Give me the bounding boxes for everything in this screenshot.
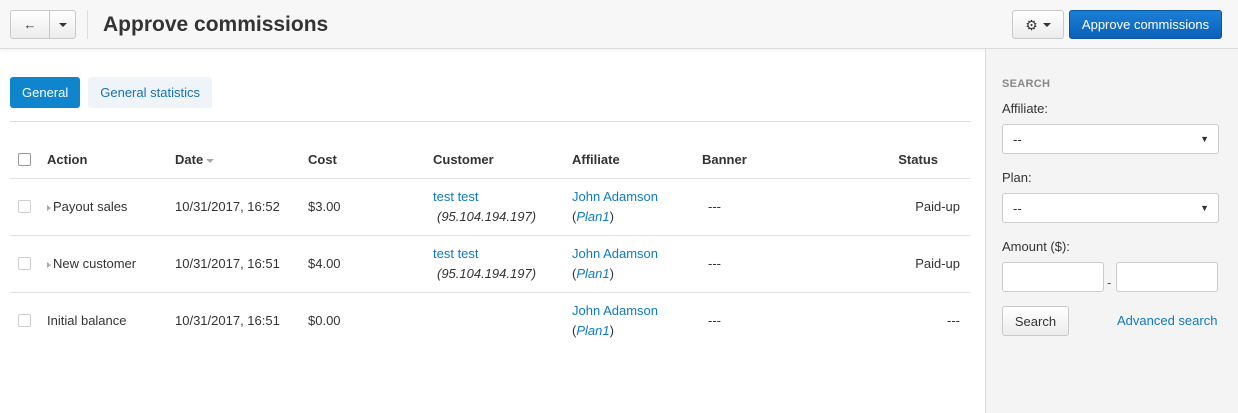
row-checkbox[interactable] xyxy=(18,257,31,270)
tab-general[interactable]: General xyxy=(10,77,81,108)
affiliate-label: Affiliate: xyxy=(1002,101,1049,116)
plan-select[interactable]: -- ▼ xyxy=(1002,193,1219,223)
column-header-date-label: Date xyxy=(175,152,204,167)
row-affiliate-link[interactable]: John Adamson xyxy=(572,189,658,204)
tab-bar: General General statistics xyxy=(10,77,212,108)
tabs-divider xyxy=(10,121,971,122)
back-dropdown-button[interactable] xyxy=(50,10,76,39)
row-plan: (Plan1) xyxy=(572,209,614,224)
plan-select-value: -- xyxy=(1013,201,1022,216)
column-header-status: Status xyxy=(898,152,938,167)
arrow-left-icon: ← xyxy=(23,17,37,32)
row-banner: --- xyxy=(708,199,721,214)
search-sidebar: SEARCH Affiliate: -- ▼ Plan: -- ▼ Amount… xyxy=(985,49,1238,413)
select-all-checkbox[interactable] xyxy=(18,153,31,166)
back-button[interactable]: ← xyxy=(10,10,50,39)
gear-icon: ⚙ xyxy=(1025,16,1038,33)
row-action[interactable]: Payout sales xyxy=(47,199,127,214)
amount-min-input[interactable] xyxy=(1002,262,1104,292)
column-header-customer: Customer xyxy=(433,152,494,167)
table-row: New customer 10/31/2017, 16:51 $4.00 tes… xyxy=(10,236,971,293)
row-plan-link[interactable]: Plan1 xyxy=(576,323,609,338)
row-customer-ip: (95.104.194.197) xyxy=(437,209,537,224)
column-header-affiliate: Affiliate xyxy=(572,152,620,167)
row-checkbox[interactable] xyxy=(18,200,31,213)
row-cost: $4.00 xyxy=(308,256,341,271)
row-banner: --- xyxy=(708,256,721,271)
settings-dropdown-button[interactable]: ⚙ xyxy=(1012,10,1064,39)
row-plan: (Plan1) xyxy=(572,323,614,338)
table-row: Payout sales 10/31/2017, 16:52 $3.00 tes… xyxy=(10,179,971,236)
plan-label: Plan: xyxy=(1002,170,1032,185)
affiliate-select[interactable]: -- ▼ xyxy=(1002,124,1219,154)
row-action[interactable]: New customer xyxy=(47,256,136,271)
row-status: Paid-up xyxy=(915,199,960,214)
row-action-label: Payout sales xyxy=(53,199,128,214)
select-arrow-icon: ▼ xyxy=(1200,134,1209,144)
row-affiliate-link[interactable]: John Adamson xyxy=(572,246,658,261)
row-plan-link[interactable]: Plan1 xyxy=(576,266,609,281)
column-header-banner: Banner xyxy=(702,152,747,167)
expand-arrow-icon xyxy=(47,204,51,211)
amount-max-input[interactable] xyxy=(1116,262,1218,292)
row-customer-link[interactable]: test test xyxy=(433,189,479,204)
row-affiliate-link[interactable]: John Adamson xyxy=(572,303,658,318)
approve-commissions-button[interactable]: Approve commissions xyxy=(1069,10,1222,39)
row-action: Initial balance xyxy=(47,313,127,328)
page-header: ← Approve commissions ⚙ Approve commissi… xyxy=(0,0,1238,49)
row-cost: $0.00 xyxy=(308,313,341,328)
back-button-group: ← xyxy=(10,10,76,39)
select-arrow-icon: ▼ xyxy=(1200,203,1209,213)
tab-general-statistics[interactable]: General statistics xyxy=(88,77,212,108)
amount-range-separator: - xyxy=(1107,275,1112,290)
row-customer-link[interactable]: test test xyxy=(433,246,479,261)
row-plan-link[interactable]: Plan1 xyxy=(576,209,609,224)
advanced-search-link[interactable]: Advanced search xyxy=(1117,313,1217,328)
row-date: 10/31/2017, 16:52 xyxy=(175,199,280,214)
row-date: 10/31/2017, 16:51 xyxy=(175,313,280,328)
sidebar-title: SEARCH xyxy=(1002,78,1051,90)
search-button[interactable]: Search xyxy=(1002,306,1069,336)
row-status: --- xyxy=(947,313,960,328)
column-header-date[interactable]: Date xyxy=(175,152,215,167)
affiliate-select-value: -- xyxy=(1013,132,1022,147)
page-title: Approve commissions xyxy=(103,13,329,36)
sort-down-icon xyxy=(206,158,215,163)
table-row: Initial balance 10/31/2017, 16:51 $0.00 … xyxy=(10,293,971,350)
column-header-cost: Cost xyxy=(308,152,337,167)
row-cost: $3.00 xyxy=(308,199,341,214)
expand-arrow-icon xyxy=(47,261,51,268)
caret-down-icon xyxy=(1042,22,1051,27)
caret-down-icon xyxy=(58,22,67,27)
column-header-action: Action xyxy=(47,152,88,167)
row-customer-ip: (95.104.194.197) xyxy=(437,266,537,281)
header-divider xyxy=(87,10,88,39)
row-plan: (Plan1) xyxy=(572,266,614,281)
row-banner: --- xyxy=(708,313,721,328)
table-header-row: Action Date Cost Customer Affiliate Bann… xyxy=(10,140,971,179)
row-status: Paid-up xyxy=(915,256,960,271)
commissions-table: Action Date Cost Customer Affiliate Bann… xyxy=(10,140,971,350)
row-checkbox[interactable] xyxy=(18,314,31,327)
row-date: 10/31/2017, 16:51 xyxy=(175,256,280,271)
amount-label: Amount ($): xyxy=(1002,239,1070,254)
row-action-label: New customer xyxy=(53,256,137,271)
